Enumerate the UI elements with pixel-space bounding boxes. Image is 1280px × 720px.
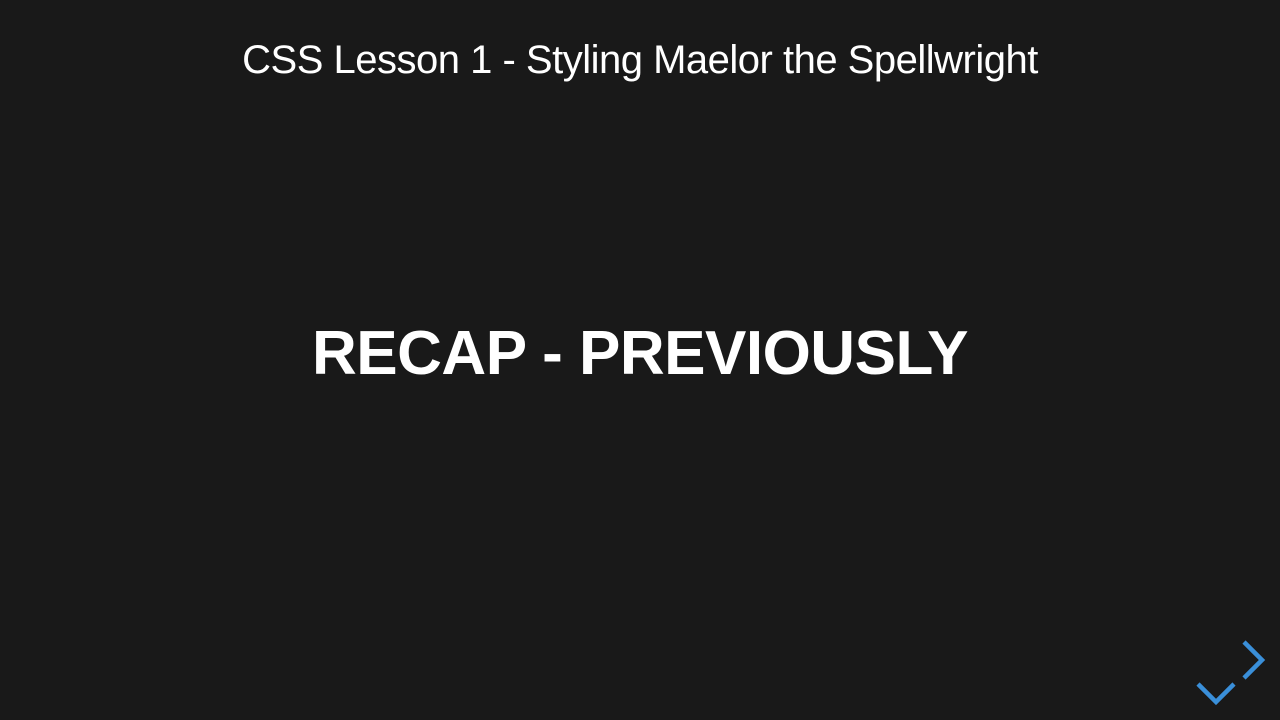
- presentation-slide: CSS Lesson 1 - Styling Maelor the Spellw…: [0, 0, 1280, 720]
- section-heading: RECAP - PREVIOUSLY: [312, 319, 968, 388]
- next-vertical-slide-button[interactable]: [1194, 678, 1238, 708]
- deck-title: CSS Lesson 1 - Styling Maelor the Spellw…: [242, 38, 1038, 82]
- chevron-right-icon: [1242, 640, 1266, 680]
- chevron-down-icon: [1196, 682, 1236, 706]
- next-slide-button[interactable]: [1238, 638, 1268, 682]
- navigation-controls: [1170, 610, 1280, 720]
